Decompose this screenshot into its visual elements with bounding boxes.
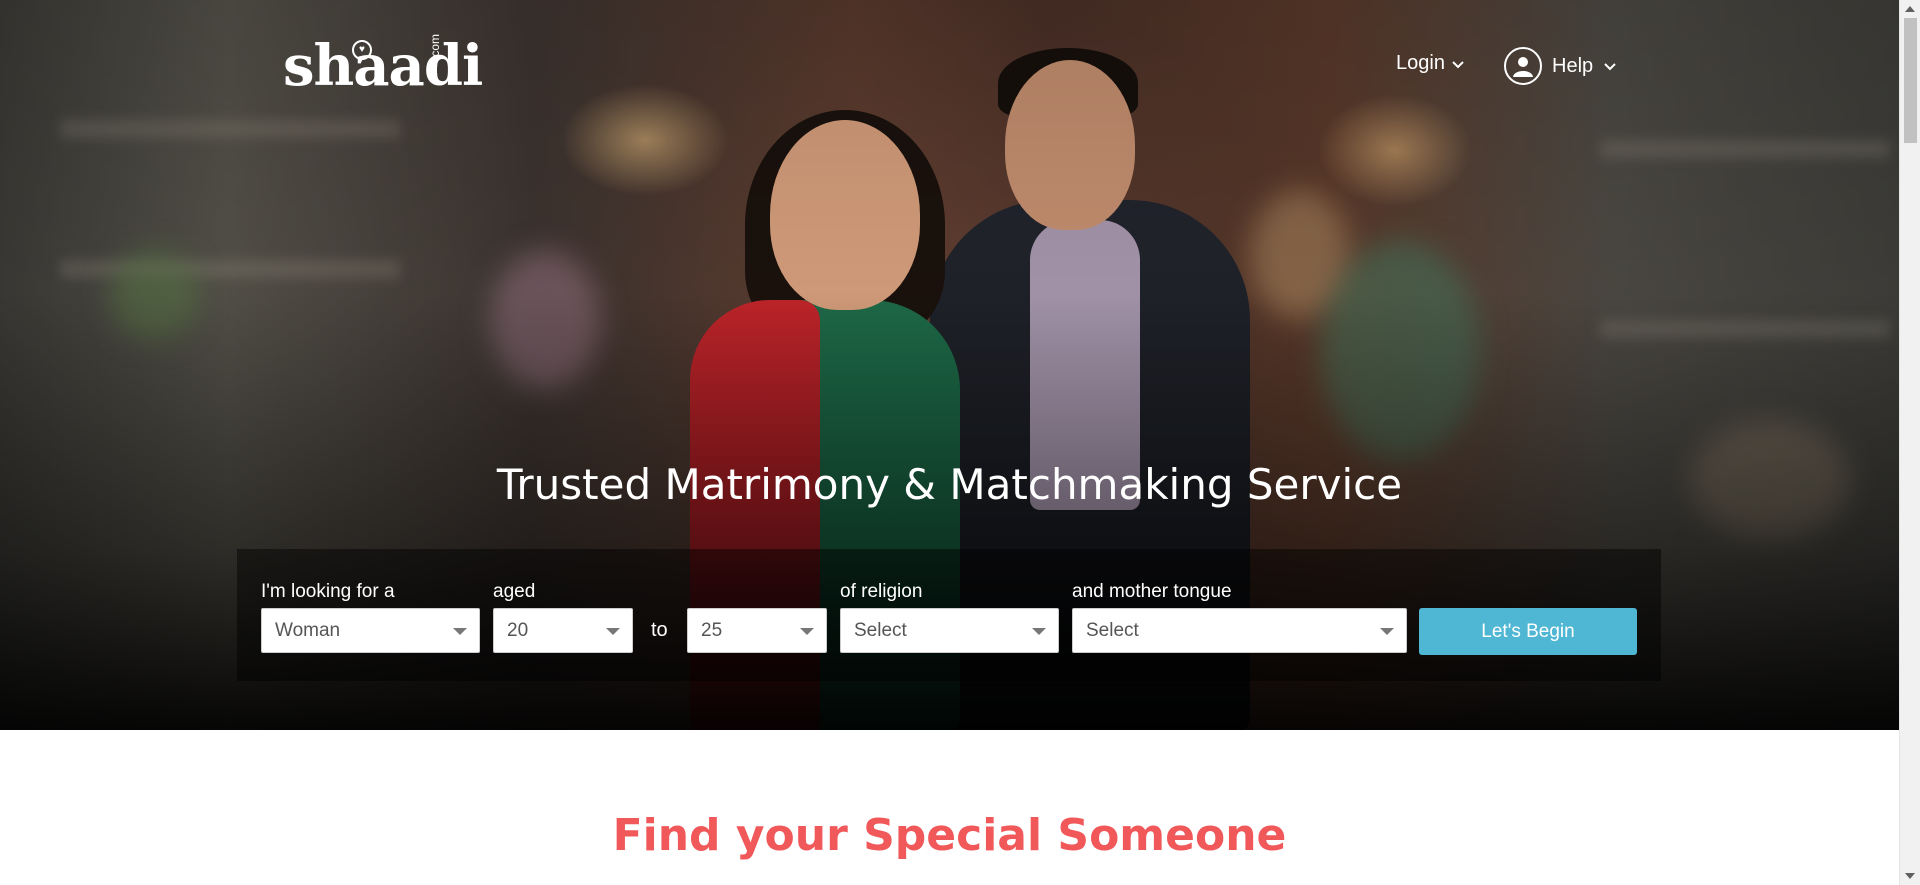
caret-down-icon	[1032, 628, 1046, 635]
lets-begin-button[interactable]: Let's Begin	[1419, 608, 1637, 655]
page-scrollbar[interactable]	[1899, 0, 1920, 885]
chevron-down-icon	[1604, 63, 1616, 71]
mother-tongue-value: Select	[1086, 619, 1139, 641]
page: shaadi ♥ .com Login Help Trusted Matrimo…	[0, 0, 1899, 885]
age-from-value: 20	[507, 619, 529, 641]
user-avatar-icon	[1504, 47, 1542, 85]
religion-label: of religion	[840, 581, 923, 602]
scroll-thumb[interactable]	[1904, 18, 1917, 143]
login-menu[interactable]: Login	[1396, 52, 1465, 75]
heart-icon: ♥	[352, 40, 372, 60]
logo-text[interactable]: shaadi	[283, 36, 483, 96]
aged-label: aged	[493, 581, 536, 602]
logo-suffix: .com	[428, 33, 442, 60]
scroll-up-icon[interactable]	[1905, 6, 1915, 12]
age-to-value: 25	[701, 619, 723, 641]
caret-down-icon	[606, 628, 620, 635]
hero-banner: shaadi ♥ .com Login Help Trusted Matrimo…	[0, 0, 1899, 730]
caret-down-icon	[1380, 628, 1394, 635]
religion-select[interactable]: Select	[840, 608, 1059, 653]
caret-down-icon	[453, 628, 467, 635]
scroll-down-icon[interactable]	[1905, 873, 1915, 879]
age-to-separator: to	[651, 619, 668, 641]
looking-for-label: I'm looking for a	[261, 581, 395, 602]
looking-for-value: Woman	[275, 619, 341, 641]
help-menu[interactable]: Help	[1504, 47, 1617, 85]
mother-tongue-label: and mother tongue	[1072, 581, 1232, 602]
looking-for-select[interactable]: Woman	[261, 608, 480, 653]
section-title: Find your Special Someone	[612, 810, 1287, 861]
help-label: Help	[1552, 54, 1594, 77]
caret-down-icon	[800, 628, 814, 635]
hero-headline: Trusted Matrimony & Matchmaking Service	[496, 460, 1403, 509]
login-label: Login	[1396, 52, 1445, 74]
religion-value: Select	[854, 619, 907, 641]
age-to-select[interactable]: 25	[687, 608, 827, 653]
age-from-select[interactable]: 20	[493, 608, 633, 653]
mother-tongue-select[interactable]: Select	[1072, 608, 1407, 653]
chevron-down-icon	[1452, 60, 1464, 68]
